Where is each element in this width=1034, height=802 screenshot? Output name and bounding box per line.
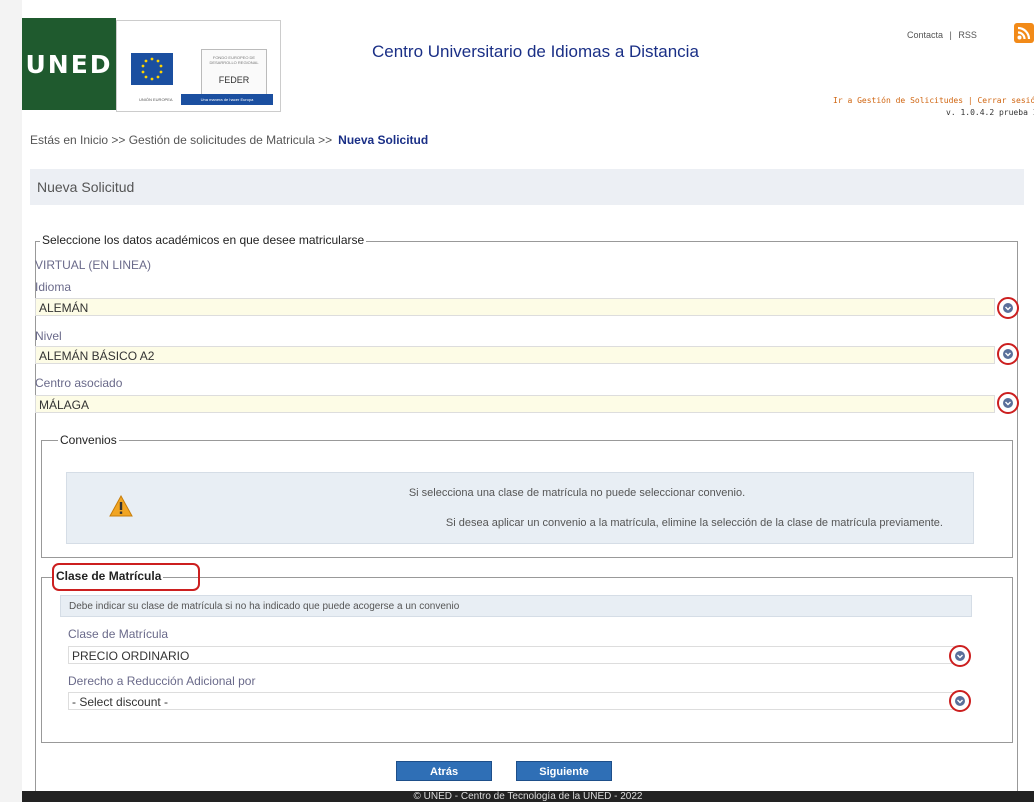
clase-label: Clase de Matrícula — [68, 627, 169, 641]
contacta-link[interactable]: Contacta — [907, 30, 943, 40]
idioma-chevron-down-icon[interactable] — [997, 297, 1019, 319]
convenios-warning-box: Si selecciona una clase de matrícula no … — [66, 472, 974, 544]
version-label: v. 1.0.4.2 prueba I — [946, 108, 1034, 117]
page-title: Nueva Solicitud — [37, 179, 135, 195]
convenios-legend: Convenios — [58, 433, 119, 447]
clase-chevron-down-icon[interactable] — [949, 645, 971, 667]
feder-box: FONDO EUROPEO DE DESARROLLO REGIONAL FED… — [201, 49, 267, 97]
top-links: Contacta | RSS — [907, 30, 977, 40]
link-separator: | — [949, 30, 952, 40]
centro-label: Centro asociado — [35, 376, 123, 390]
reduccion-chevron-down-icon[interactable] — [949, 690, 971, 712]
centro-chevron-down-icon[interactable] — [997, 392, 1019, 414]
breadcrumb-path[interactable]: Estás en Inicio >> Gestión de solicitude… — [30, 133, 332, 147]
academic-legend: Seleccione los datos académicos en que d… — [40, 233, 367, 247]
eu-feder-logo: FONDO EUROPEO DE DESARROLLO REGIONAL FED… — [116, 20, 281, 112]
uned-logo[interactable]: UNED — [22, 18, 116, 110]
slogan-label: Una manera de hacer Europa — [181, 94, 273, 105]
back-button[interactable]: Atrás — [396, 761, 492, 781]
union-label: UNIÓN EUROPEA — [139, 97, 173, 102]
clase-legend-highlight — [52, 563, 200, 591]
clase-info-bar: Debe indicar su clase de matrícula si no… — [60, 595, 972, 617]
reduccion-select[interactable]: - Select discount - — [68, 692, 956, 710]
breadcrumb-current: Nueva Solicitud — [338, 133, 429, 147]
rss-icon[interactable] — [1014, 23, 1034, 43]
centro-select[interactable]: MÁLAGA — [35, 395, 995, 413]
logo-text: UNED — [25, 49, 113, 79]
rss-link[interactable]: RSS — [958, 30, 977, 40]
page: UNED FONDO EUROPEO DE DESARROLLO REGIONA… — [22, 0, 1034, 802]
feder-small-text: FONDO EUROPEO DE DESARROLLO REGIONAL — [209, 55, 259, 65]
feder-label: FEDER — [218, 75, 250, 85]
convenios-fieldset: Convenios Si selecciona una clase de mat… — [41, 433, 1013, 558]
breadcrumb: Estás en Inicio >> Gestión de solicitude… — [30, 133, 428, 147]
page-title-bar: Nueva Solicitud — [30, 169, 1024, 205]
idioma-select[interactable]: ALEMÁN — [35, 298, 995, 316]
nivel-select[interactable]: ALEMÁN BÁSICO A2 — [35, 346, 995, 364]
eu-flag-icon — [131, 53, 173, 85]
next-button[interactable]: Siguiente — [516, 761, 612, 781]
idioma-label: Idioma — [35, 280, 72, 294]
nivel-chevron-down-icon[interactable] — [997, 343, 1019, 365]
clase-select[interactable]: PRECIO ORDINARIO — [68, 646, 956, 664]
convenios-warning-line2: Si desea aplicar un convenio a la matríc… — [445, 517, 943, 529]
nivel-label: Nivel — [35, 329, 62, 343]
reduccion-label: Derecho a Reducción Adicional por — [68, 674, 256, 688]
site-title: Centro Universitario de Idiomas a Distan… — [372, 42, 699, 61]
convenios-warning-line1: Si selecciona una clase de matrícula no … — [408, 487, 746, 499]
footer: © UNED - Centro de Tecnología de la UNED… — [22, 791, 1034, 802]
modality-label: VIRTUAL (EN LINEA) — [35, 258, 152, 272]
admin-links[interactable]: Ir a Gestión de Solicitudes | Cerrar ses… — [833, 96, 1034, 105]
